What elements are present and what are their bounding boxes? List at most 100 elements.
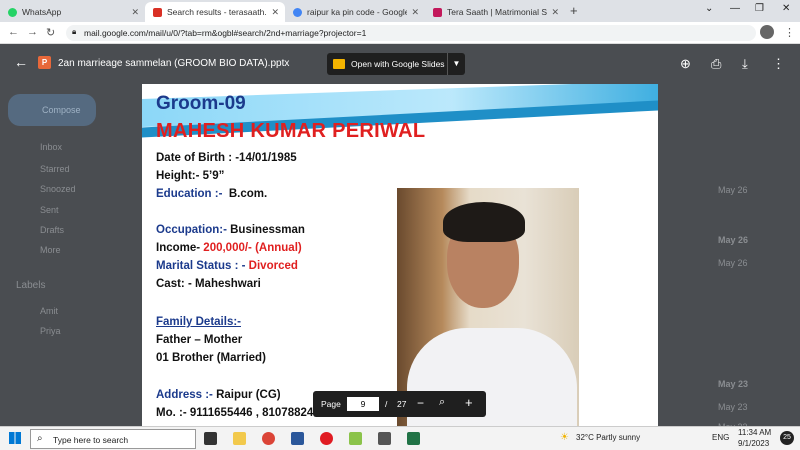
family-heading: Family Details:- [156,316,241,328]
profile-avatar[interactable] [760,25,774,39]
occupation-label: Occupation:- [156,224,227,236]
browser-tab-bar: WhatsApp ✕ Search results - terasaath.12… [0,0,800,22]
label-item[interactable]: Priya [40,326,61,336]
add-to-drive-icon[interactable]: ⊕ [680,56,691,72]
zoom-in-icon[interactable]: + [465,395,473,410]
education-value: B.com. [228,188,268,200]
label-item[interactable]: Amit [40,306,58,316]
slide-page: Groom-09 MAHESH KUMAR PERIWAL Date of Bi… [142,84,658,426]
tab-whatsapp[interactable]: WhatsApp ✕ [0,2,145,22]
open-with-label: Open with Google Slides [351,59,445,69]
close-icon[interactable]: ✕ [271,7,279,18]
snoozed-item[interactable]: Snoozed [40,184,76,194]
restore-button[interactable]: ❐ [755,3,764,14]
email-date: May 26 [718,185,748,195]
marital-label: Marital Status : - [156,260,246,272]
email-date: May 26 [718,235,749,245]
back-arrow-icon[interactable]: ← [14,54,28,70]
inbox-item[interactable]: Inbox [40,142,62,152]
file-explorer-icon[interactable] [233,432,246,445]
parents: Father – Mother [156,334,243,346]
compose-button[interactable]: Compose [8,94,96,126]
occupation: Occupation:- Businessman [156,224,305,236]
height: Height:- 5’9” [156,170,225,182]
excel-icon[interactable] [407,432,420,445]
tab-label: WhatsApp [22,7,62,17]
zoom-out-icon[interactable]: − [417,396,424,410]
page-controls: Page 9 / 27 − ⌕ + [313,391,486,417]
more-item[interactable]: More [40,245,61,255]
education: Education :- B.com. [156,188,267,200]
opera-icon[interactable] [320,432,333,445]
search-placeholder: Type here to search [53,435,129,445]
email-date: May 23 [718,379,749,389]
download-icon[interactable]: ⤓ [742,56,748,72]
more-vert-icon[interactable]: ⋮ [784,26,795,39]
google-icon [293,7,302,17]
address-value: Raipur (CG) [216,389,281,401]
starred-item[interactable]: Starred [40,164,70,174]
minimize-button[interactable]: — [730,3,740,14]
search-icon: ⌕ [37,433,43,444]
viewer-header: ← P 2an marrieage sammelan (GROOM BIO DA… [0,44,800,84]
email-date: May 23 [718,402,748,412]
weather-text[interactable]: 32°C Partly sunny [576,433,640,442]
income-value: 200,000/- (Annual) [203,242,302,254]
chevron-down-icon[interactable]: ▼ [447,53,465,75]
labels-heading: Labels [16,280,46,291]
close-icon[interactable]: ✕ [411,7,419,18]
file-title: 2an marrieage sammelan (GROOM BIO DATA).… [58,58,290,69]
taskbar-search[interactable]: ⌕ Type here to search [30,429,196,449]
word-icon[interactable] [291,432,304,445]
language-indicator[interactable]: ENG [712,433,729,442]
page-label: Page [321,399,341,409]
income-label: Income- [156,242,201,254]
email-date: May 26 [718,258,748,268]
open-with-slides-button[interactable]: Open with Google Slides ▼ [327,53,465,75]
date-of-birth: Date of Birth : -14/01/1985 [156,152,297,164]
sent-item[interactable]: Sent [40,205,59,215]
calculator-icon[interactable] [378,432,391,445]
marital-status: Marital Status : - Divorced [156,260,298,272]
windows-start-icon[interactable] [9,432,21,444]
page-separator: / [385,399,388,409]
new-tab-button[interactable]: + [570,3,578,18]
powerpoint-file-icon: P [38,56,51,69]
lock-icon: 🔒︎ [72,27,77,36]
forward-icon[interactable]: → [27,26,38,38]
print-icon[interactable]: ⎙ [711,56,721,72]
siblings: 01 Brother (Married) [156,352,266,364]
caste: Cast: - Maheshwari [156,278,261,290]
tab-gmail[interactable]: Search results - terasaath.123@gma ✕ [145,2,285,22]
slides-icon [333,59,345,69]
marital-value: Divorced [248,260,298,272]
reload-icon[interactable]: ↻ [46,26,55,39]
more-vert-icon[interactable]: ⋮ [772,56,785,72]
tab-google-search[interactable]: raipur ka pin code - Google Search ✕ [285,2,425,22]
chevron-down-icon[interactable]: ⌄ [705,3,713,14]
drafts-item[interactable]: Drafts [40,225,64,235]
site-icon [433,7,442,17]
back-icon[interactable]: ← [8,26,19,38]
tab-tera-saath[interactable]: Tera Saath | Matrimonial Site | Be ✕ [425,2,565,22]
compose-label: Compose [42,105,81,115]
clock-time[interactable]: 11:34 AM [738,428,771,437]
notification-icon[interactable]: 25 [780,431,794,445]
page-total: 27 [397,399,407,409]
task-view-icon[interactable] [204,432,217,445]
url-field[interactable]: 🔒︎ mail.google.com/mail/u/0/?tab=rm&ogbl… [66,25,756,41]
mobile-numbers: Mo. :- 9111655446 , 8107882466 [156,407,327,419]
address-label: Address :- [156,389,213,401]
groom-number: Groom-09 [156,93,246,114]
close-icon[interactable]: ✕ [551,7,559,18]
address-bar-row: ← → ↻ 🔒︎ mail.google.com/mail/u/0/?tab=r… [0,22,800,44]
whatsapp-icon [8,7,17,17]
close-window-button[interactable]: ✕ [782,3,790,14]
groom-name: MAHESH KUMAR PERIWAL [156,120,426,142]
chrome-icon[interactable] [262,432,275,445]
app-icon[interactable] [349,432,362,445]
zoom-icon[interactable]: ⌕ [439,396,445,409]
page-number-input[interactable]: 9 [347,397,379,411]
clock-date[interactable]: 9/1/2023 [738,439,769,448]
close-icon[interactable]: ✕ [131,7,139,18]
